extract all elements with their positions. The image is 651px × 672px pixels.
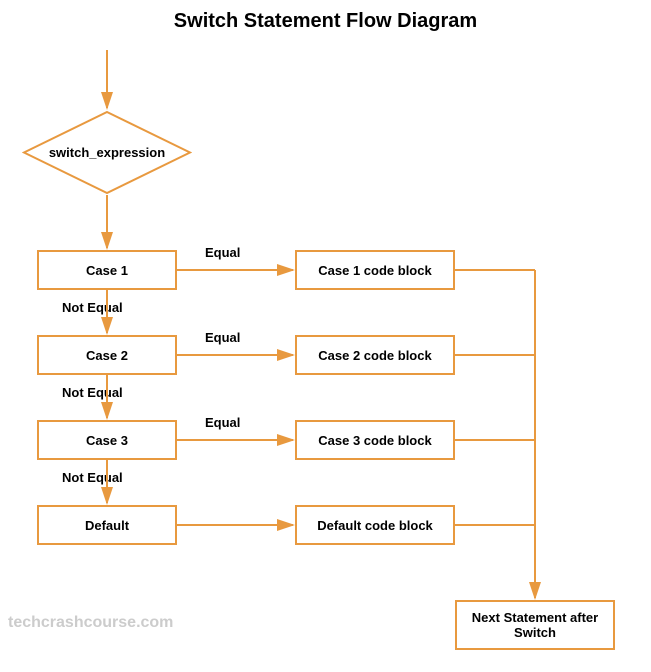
equal-label-2: Equal (205, 330, 240, 345)
notequal-label-3: Not Equal (62, 470, 123, 485)
switch-expression-decision: switch_expression (22, 110, 192, 195)
equal-label-1: Equal (205, 245, 240, 260)
switch-expression-label: switch_expression (22, 110, 192, 195)
equal-label-3: Equal (205, 415, 240, 430)
default-box: Default (37, 505, 177, 545)
case-3-box: Case 3 (37, 420, 177, 460)
watermark-text: techcrashcourse.com (8, 614, 173, 632)
case-2-box: Case 2 (37, 335, 177, 375)
case-3-code-block: Case 3 code block (295, 420, 455, 460)
case-2-code-block: Case 2 code block (295, 335, 455, 375)
case-1-box: Case 1 (37, 250, 177, 290)
next-statement-box: Next Statement after Switch (455, 600, 615, 650)
default-code-block: Default code block (295, 505, 455, 545)
diagram-title: Switch Statement Flow Diagram (0, 10, 651, 33)
notequal-label-1: Not Equal (62, 300, 123, 315)
notequal-label-2: Not Equal (62, 385, 123, 400)
case-1-code-block: Case 1 code block (295, 250, 455, 290)
